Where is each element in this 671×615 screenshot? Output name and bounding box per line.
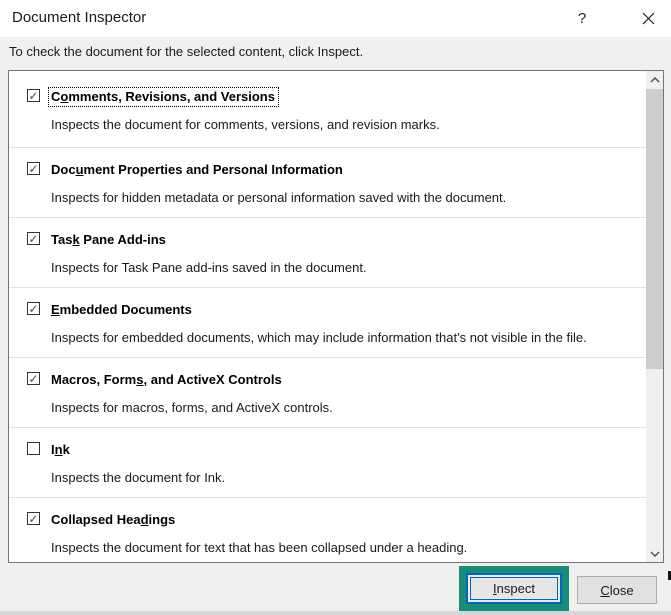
inspect-button-highlight-annotation: Inspect (459, 566, 569, 611)
window-close-button[interactable] (626, 0, 671, 37)
item-text: Collapsed Headings Inspects the document… (51, 511, 467, 562)
checkbox-comments[interactable]: ✓ (27, 89, 40, 102)
checkbox-task-pane-addins[interactable]: ✓ (27, 232, 40, 245)
list-item-comments: ✓ Comments, Revisions, and Versions Insp… (9, 71, 646, 148)
list-item-document-properties: ✓ Document Properties and Personal Infor… (9, 148, 646, 218)
item-title[interactable]: Ink (51, 442, 70, 457)
checkmark-icon: ✓ (28, 511, 39, 526)
list-item-collapsed-headings: ✓ Collapsed Headings Inspects the docume… (9, 498, 646, 562)
close-button-label: Close (600, 582, 634, 598)
item-text: Task Pane Add-ins Inspects for Task Pane… (51, 231, 367, 287)
title-bar: Document Inspector ? (0, 0, 671, 37)
item-description: Inspects for macros, forms, and ActiveX … (51, 400, 333, 415)
checkbox-collapsed-headings[interactable]: ✓ (27, 512, 40, 525)
checkmark-icon: ✓ (28, 301, 39, 316)
item-description: Inspects the document for Ink. (51, 470, 226, 485)
checkbox-embedded-documents[interactable]: ✓ (27, 302, 40, 315)
list-item-task-pane-addins: ✓ Task Pane Add-ins Inspects for Task Pa… (9, 218, 646, 288)
item-title[interactable]: Macros, Forms, and ActiveX Controls (51, 372, 282, 387)
item-description: Inspects for embedded documents, which m… (51, 330, 587, 345)
scrollbar-thumb[interactable] (646, 89, 663, 369)
dialog-bottom-edge (0, 611, 671, 615)
document-inspector-dialog: Document Inspector ? To check the docume… (0, 0, 671, 615)
instruction-text: To check the document for the selected c… (9, 44, 364, 59)
item-text: Embedded Documents Inspects for embedded… (51, 301, 587, 357)
checkmark-icon: ✓ (28, 161, 39, 176)
inspect-button-label: Inspect (493, 581, 535, 596)
scroll-up-button[interactable] (646, 71, 663, 88)
checkbox-macros-forms-activex[interactable]: ✓ (27, 372, 40, 385)
item-description: Inspects the document for text that has … (51, 540, 468, 555)
close-button[interactable]: Close (577, 576, 657, 604)
list-item-embedded-documents: ✓ Embedded Documents Inspects for embedd… (9, 288, 646, 358)
list-item-ink: Ink Inspects the document for Ink. (9, 428, 646, 498)
checkmark-icon: ✓ (28, 371, 39, 386)
window-title: Document Inspector (12, 9, 147, 26)
checkmark-icon: ✓ (28, 231, 39, 246)
list-item-macros-forms-activex: ✓ Macros, Forms, and ActiveX Controls In… (9, 358, 646, 428)
chevron-up-icon (650, 76, 659, 82)
item-title[interactable]: Collapsed Headings (51, 512, 175, 527)
checkmark-icon: ✓ (28, 88, 39, 103)
item-text: Document Properties and Personal Informa… (51, 161, 506, 217)
item-text: Macros, Forms, and ActiveX Controls Insp… (51, 371, 333, 427)
checkbox-ink[interactable] (27, 442, 40, 455)
item-title[interactable]: Embedded Documents (51, 302, 192, 317)
item-description: Inspects for Task Pane add-ins saved in … (51, 260, 367, 275)
chevron-down-icon (650, 551, 659, 557)
help-button[interactable]: ? (563, 0, 601, 37)
help-icon: ? (577, 10, 587, 27)
close-icon (642, 12, 655, 25)
list-items-container: ✓ Comments, Revisions, and Versions Insp… (9, 71, 646, 562)
item-title[interactable]: Comments, Revisions, and Versions (48, 87, 279, 107)
item-text: Ink Inspects the document for Ink. (51, 441, 225, 497)
checkbox-document-properties[interactable]: ✓ (27, 162, 40, 175)
item-title[interactable]: Task Pane Add-ins (51, 232, 166, 247)
scroll-down-button[interactable] (646, 545, 663, 562)
item-text: Comments, Revisions, and Versions Inspec… (48, 87, 440, 147)
item-description: Inspects the document for comments, vers… (51, 117, 440, 132)
inspector-options-list: ✓ Comments, Revisions, and Versions Insp… (8, 70, 664, 563)
item-description: Inspects for hidden metadata or personal… (51, 190, 507, 205)
item-title[interactable]: Document Properties and Personal Informa… (51, 162, 343, 177)
vertical-scrollbar[interactable] (646, 71, 663, 562)
inspect-button[interactable]: Inspect (466, 573, 562, 604)
